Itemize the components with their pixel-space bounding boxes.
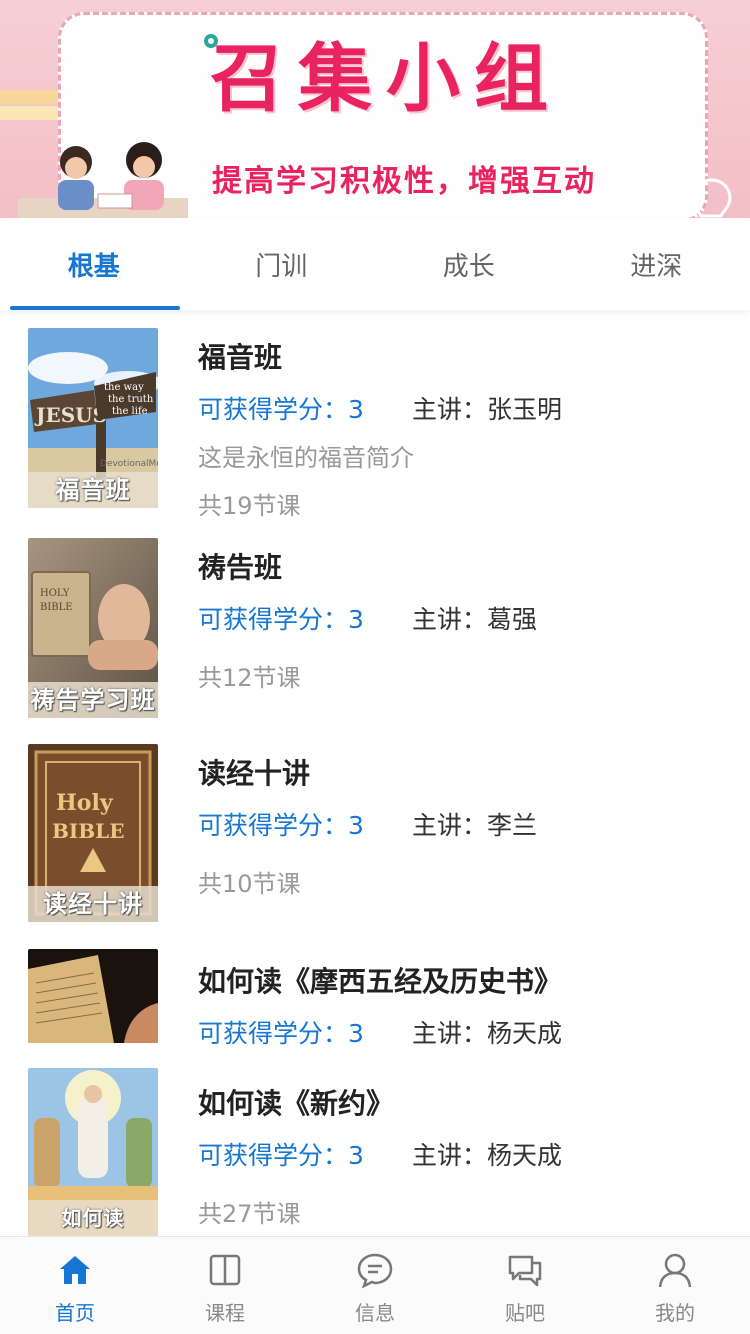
tab-menxun[interactable]: 门训 [188,218,376,310]
lesson-count: 共10节课 [198,870,301,898]
svg-text:HOLY: HOLY [40,588,70,599]
nav-label: 首页 [55,1301,95,1325]
thumbnail-caption: 读经十讲 [28,886,158,922]
course-item[interactable]: Holy BIBLE 读经十讲 读经十讲 可获得学分：3 主讲：李兰 共10节课 [0,726,750,932]
tab-chengzhang[interactable]: 成长 [375,218,563,310]
course-lecturer: 主讲：杨天成 [412,1019,563,1048]
tab-label: 成长 [442,251,495,282]
course-meta: 可获得学分：3 主讲：葛强 [198,600,537,636]
course-item[interactable]: 如何读《摩西五经及历史书》 可获得学分：3 主讲：杨天成 [0,932,750,1054]
course-lecturer: 主讲：葛强 [412,605,538,634]
tab-label: 进深 [630,251,683,282]
nav-label: 我的 [655,1301,695,1325]
nav-forum[interactable]: 贴吧 [450,1237,600,1334]
banner-title: 召集小组 [210,36,562,122]
course-info: 如何读《新约》 可获得学分：3 主讲：杨天成 共27节课 [198,1082,562,1228]
course-info: 福音班 可获得学分：3 主讲：张玉明 这是永恒的福音简介 共19节课 [198,336,562,520]
svg-text:the way: the way [104,382,144,393]
nav-label: 课程 [205,1301,245,1325]
course-meta: 可获得学分：3 主讲：张玉明 [198,390,562,426]
course-thumbnail: HOLY BIBLE 祷告学习班 [28,538,158,718]
course-thumbnail: Holy BIBLE 读经十讲 [28,744,158,922]
lightbulb-icon [690,178,732,218]
course-meta: 可获得学分：3 主讲：杨天成 [198,1014,562,1050]
thumbnail-caption: 如何读 [28,1200,158,1236]
banner-subtitle: 提高学习积极性，增强互动 [212,164,596,199]
thumbnail-caption: 祷告学习班 [28,682,158,718]
lesson-count: 共12节课 [198,664,301,692]
lesson-count: 共27节课 [198,1200,301,1228]
course-meta: 可获得学分：3 主讲：杨天成 [198,1136,562,1172]
course-info: 读经十讲 可获得学分：3 主讲：李兰 共10节课 [198,752,537,898]
tab-jinshen[interactable]: 进深 [563,218,750,310]
home-icon [60,1256,90,1284]
svg-text:the life: the life [112,406,148,417]
thumbnail-caption: 福音班 [28,472,158,508]
course-title: 如何读《摩西五经及历史书》 [198,965,563,998]
book-icon [209,1254,241,1286]
course-list[interactable]: JESUS the way the truth the life Devotio… [0,310,750,1236]
bottom-nav: 首页 课程 信息 贴吧 我的 [0,1236,750,1334]
course-title: 祷告班 [198,551,283,584]
category-tabs: 根基 门训 成长 进深 [0,218,750,310]
nav-home[interactable]: 首页 [0,1237,150,1334]
course-credits: 可获得学分：3 [198,1141,364,1170]
svg-text:BIBLE: BIBLE [52,819,124,843]
course-lecturer: 主讲：杨天成 [412,1141,563,1170]
user-icon [658,1253,692,1288]
svg-text:BIBLE: BIBLE [40,602,73,613]
course-credits: 可获得学分：3 [198,605,364,634]
nav-label: 信息 [355,1301,395,1325]
svg-text:Holy: Holy [56,790,114,816]
course-item[interactable]: HOLY BIBLE 祷告学习班 祷告班 可获得学分：3 主讲：葛强 共12节课 [0,520,750,726]
nav-messages[interactable]: 信息 [300,1237,450,1334]
course-meta: 可获得学分：3 主讲：李兰 [198,806,537,842]
forum-icon [508,1255,542,1287]
message-icon [357,1253,393,1289]
course-credits: 可获得学分：3 [198,811,364,840]
promo-banner[interactable]: 召集小组 提高学习积极性，增强互动 [0,0,750,218]
lesson-count: 共19节课 [198,492,301,520]
course-lecturer: 主讲：张玉明 [412,395,563,424]
course-title: 福音班 [198,341,283,374]
tab-label: 根基 [67,251,120,282]
course-lecturer: 主讲：李兰 [412,811,538,840]
course-credits: 可获得学分：3 [198,1019,364,1048]
course-description: 这是永恒的福音简介 [198,444,414,472]
svg-text:JESUS: JESUS [34,403,107,427]
course-info: 祷告班 可获得学分：3 主讲：葛强 共12节课 [198,546,537,692]
svg-text:the truth: the truth [108,394,154,405]
course-thumbnail: JESUS the way the truth the life Devotio… [28,328,158,508]
course-thumbnail [28,949,158,1043]
nav-label: 贴吧 [505,1301,545,1325]
tab-genji[interactable]: 根基 [0,218,188,310]
nav-courses[interactable]: 课程 [150,1237,300,1334]
kids-illustration [18,142,188,218]
course-credits: 可获得学分：3 [198,395,364,424]
course-title: 读经十讲 [198,757,311,790]
course-thumbnail: 如何读 [28,1068,158,1236]
course-item[interactable]: 如何读 如何读《新约》 可获得学分：3 主讲：杨天成 共27节课 [0,1054,750,1236]
nav-profile[interactable]: 我的 [600,1237,750,1334]
course-item[interactable]: JESUS the way the truth the life Devotio… [0,310,750,520]
tab-label: 门训 [255,251,308,282]
svg-text:DevotionalMo: DevotionalMo [100,459,158,469]
course-info: 如何读《摩西五经及历史书》 可获得学分：3 主讲：杨天成 [198,960,563,1048]
course-title: 如何读《新约》 [198,1087,395,1120]
